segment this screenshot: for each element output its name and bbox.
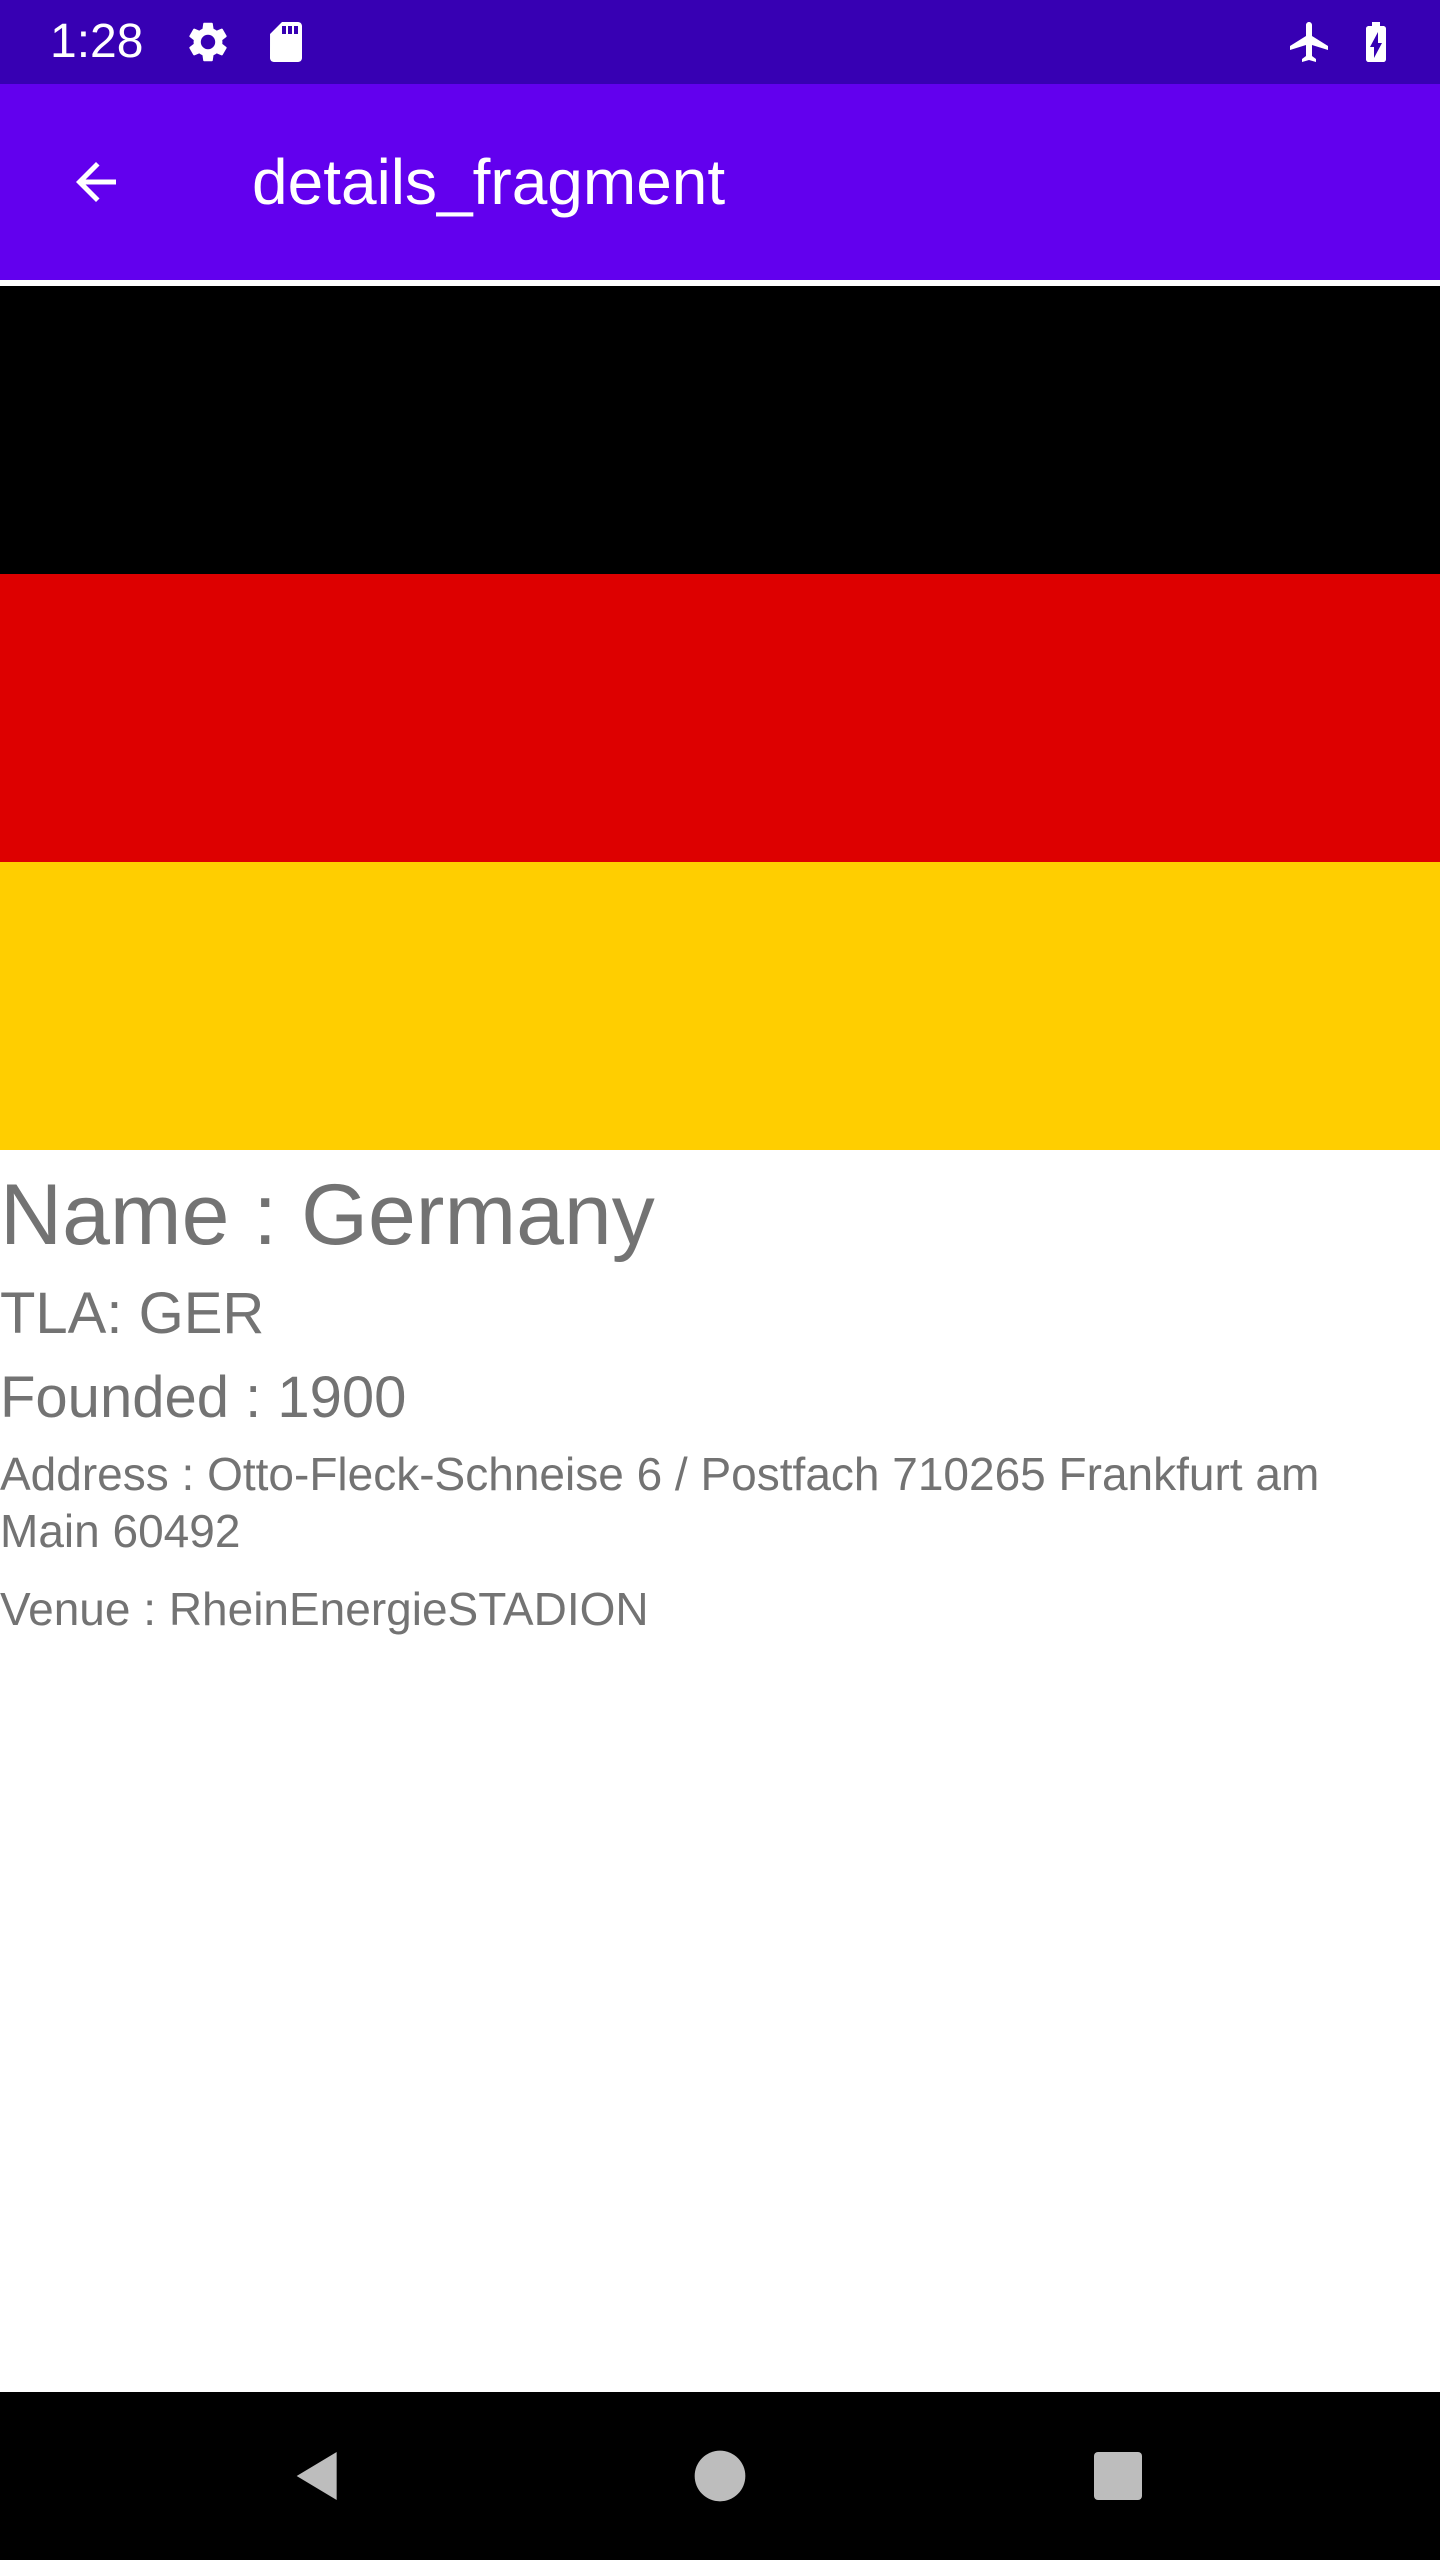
- team-tla: TLA: GER: [0, 1281, 265, 1346]
- back-button[interactable]: [48, 134, 144, 230]
- home-circle-icon: [694, 2450, 746, 2502]
- flag-stripe-black: [0, 286, 1440, 574]
- arrow-back-icon: [76, 162, 116, 202]
- flag-stripe-gold: [0, 862, 1440, 1150]
- flag-image: [0, 286, 1440, 1150]
- nav-home-button[interactable]: [680, 2436, 760, 2516]
- team-name: Name : Germany: [0, 1167, 655, 1263]
- team-founded: Founded : 1900: [0, 1365, 407, 1430]
- sd-card-icon: [258, 14, 314, 70]
- navigation-bar: [0, 2392, 1440, 2560]
- team-venue: Venue : RheinEnergieSTADION: [0, 1583, 649, 1635]
- page-title: details_fragment: [252, 146, 726, 218]
- nav-back-button[interactable]: [278, 2436, 358, 2516]
- status-time: 1:28: [50, 15, 144, 68]
- battery-charging-icon: [1348, 14, 1404, 70]
- settings-icon: [180, 14, 236, 70]
- flag-stripe-red: [0, 574, 1440, 862]
- app-bar: details_fragment: [0, 84, 1440, 280]
- nav-recents-button[interactable]: [1078, 2436, 1158, 2516]
- recents-square-icon: [1094, 2452, 1142, 2500]
- airplane-mode-icon: [1282, 14, 1338, 70]
- status-bar: 1:28: [0, 0, 1440, 84]
- back-triangle-icon: [296, 2452, 337, 2500]
- team-address: Address : Otto-Fleck-Schneise 6 / Postfa…: [0, 1448, 1320, 1557]
